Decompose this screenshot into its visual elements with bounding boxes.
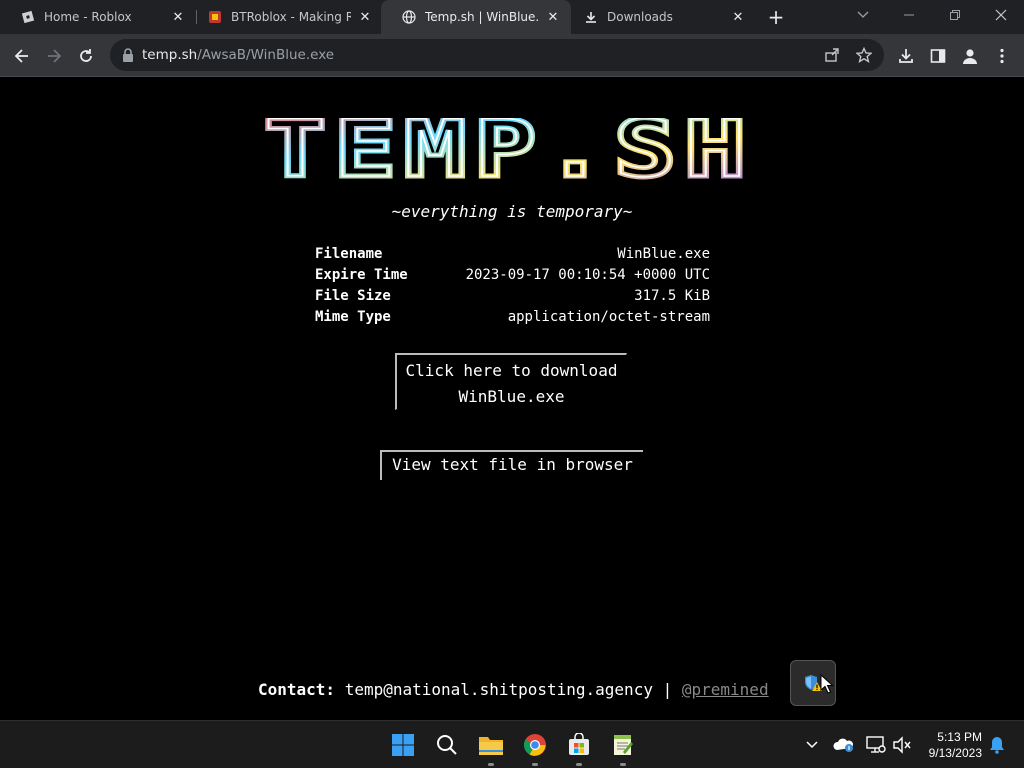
info-key: Expire Time [315, 267, 408, 283]
logo-text-outline: TEMP.SH [264, 118, 754, 180]
close-tab-icon[interactable]: ✕ [545, 9, 561, 25]
tab-title: BTRoblox - Making Rob [231, 10, 351, 24]
temp-sh-logo: TEMP.SH TEMP.SH [262, 103, 756, 198]
microsoft-store-icon[interactable] [565, 731, 593, 759]
new-tab-button[interactable]: + [766, 7, 786, 27]
page-content: TEMP.SH TEMP.SH ~everything is temporary… [0, 78, 1024, 720]
info-value: WinBlue.exe [617, 246, 710, 262]
notepad-plus-icon[interactable] [609, 731, 637, 759]
tab-downloads[interactable]: Downloads ✕ [563, 0, 756, 34]
footer-separator: | [662, 680, 673, 699]
tab-home-roblox[interactable]: Home - Roblox ✕ [0, 0, 196, 34]
contact-email[interactable]: temp@national.shitposting.agency [345, 680, 653, 699]
address-bar[interactable]: temp.sh/AwsaB/WinBlue.exe [110, 39, 884, 71]
chrome-icon[interactable] [521, 731, 549, 759]
info-key: File Size [315, 288, 391, 304]
onedrive-status-icon[interactable] [832, 733, 856, 757]
file-info-table: Filename WinBlue.exe Expire Time 2023-09… [315, 244, 710, 328]
search-icon[interactable] [433, 731, 461, 759]
url-path: /AwsaB/WinBlue.exe [197, 47, 335, 63]
globe-icon [401, 9, 417, 25]
close-window-button[interactable] [978, 0, 1024, 30]
btroblox-icon [207, 9, 223, 25]
reload-button[interactable] [74, 44, 98, 68]
running-indicator [488, 763, 494, 766]
close-tab-icon[interactable]: ✕ [730, 9, 746, 25]
browser-tab-strip: Home - Roblox ✕ BTRoblox - Making Rob ✕ … [0, 0, 1024, 34]
info-row-expire-time: Expire Time 2023-09-17 00:10:54 +0000 UT… [315, 265, 710, 286]
download-icon [583, 9, 599, 25]
info-key: Mime Type [315, 309, 391, 325]
info-row-mime-type: Mime Type application/octet-stream [315, 307, 710, 328]
browser-toolbar: temp.sh/AwsaB/WinBlue.exe [0, 34, 1024, 77]
running-indicator [532, 763, 538, 766]
download-file-button[interactable]: Click here to download WinBlue.exe [395, 353, 627, 410]
info-value: 317.5 KiB [634, 288, 710, 304]
roblox-icon [20, 9, 36, 25]
notification-bell-icon[interactable] [985, 733, 1009, 757]
tab-temp-sh[interactable]: Temp.sh | WinBlue.exe ✕ [381, 0, 571, 34]
windows-taskbar: 5:13 PM 9/13/2023 [0, 720, 1024, 768]
tab-search-icon[interactable] [840, 0, 886, 30]
running-indicator [576, 763, 582, 766]
lock-icon[interactable] [120, 47, 136, 63]
clock-time: 5:13 PM [937, 730, 982, 744]
minimize-button[interactable] [886, 0, 932, 30]
tagline: ~everything is temporary~ [391, 202, 633, 221]
chrome-menu-icon[interactable] [990, 44, 1014, 68]
tab-title: Temp.sh | WinBlue.exe [425, 10, 539, 24]
url-host: temp.sh [142, 47, 198, 63]
tab-title: Home - Roblox [44, 10, 132, 24]
back-button[interactable] [10, 44, 34, 68]
clock-date: 9/13/2023 [928, 746, 982, 760]
info-value: 2023-09-17 00:10:54 +0000 UTC [465, 267, 710, 283]
mouse-cursor-icon [820, 673, 834, 698]
profile-avatar-icon[interactable] [958, 44, 982, 68]
downloads-toolbar-icon[interactable] [894, 44, 918, 68]
tab-btroblox[interactable]: BTRoblox - Making Rob ✕ [187, 0, 383, 34]
system-clock[interactable]: 5:13 PM 9/13/2023 [918, 729, 982, 761]
side-panel-icon[interactable] [926, 44, 950, 68]
tab-title: Downloads [607, 10, 673, 24]
file-explorer-icon[interactable] [477, 731, 505, 759]
running-indicator [620, 763, 626, 766]
restore-button[interactable] [932, 0, 978, 30]
info-row-filename: Filename WinBlue.exe [315, 244, 710, 265]
share-icon[interactable] [824, 47, 840, 63]
contact-footer: Contact: temp@national.shitposting.agenc… [258, 680, 769, 699]
bookmark-star-icon[interactable] [856, 47, 872, 63]
contact-handle-link[interactable]: @premined [682, 680, 769, 699]
info-key: Filename [315, 246, 383, 262]
windows-start-icon[interactable] [389, 731, 417, 759]
info-value: application/octet-stream [507, 309, 710, 325]
forward-button[interactable] [42, 44, 66, 68]
close-tab-icon[interactable]: ✕ [357, 9, 373, 25]
show-hidden-icons-chevron[interactable] [800, 733, 824, 757]
view-in-browser-button[interactable]: View text file in browser [380, 450, 643, 480]
download-button-line1: Click here to download [405, 361, 618, 380]
volume-muted-icon[interactable] [890, 733, 914, 757]
close-tab-icon[interactable]: ✕ [170, 9, 186, 25]
contact-label: Contact: [258, 680, 336, 699]
info-row-file-size: File Size 317.5 KiB [315, 286, 710, 307]
download-button-line2: WinBlue.exe [458, 387, 565, 406]
network-icon[interactable] [864, 733, 888, 757]
